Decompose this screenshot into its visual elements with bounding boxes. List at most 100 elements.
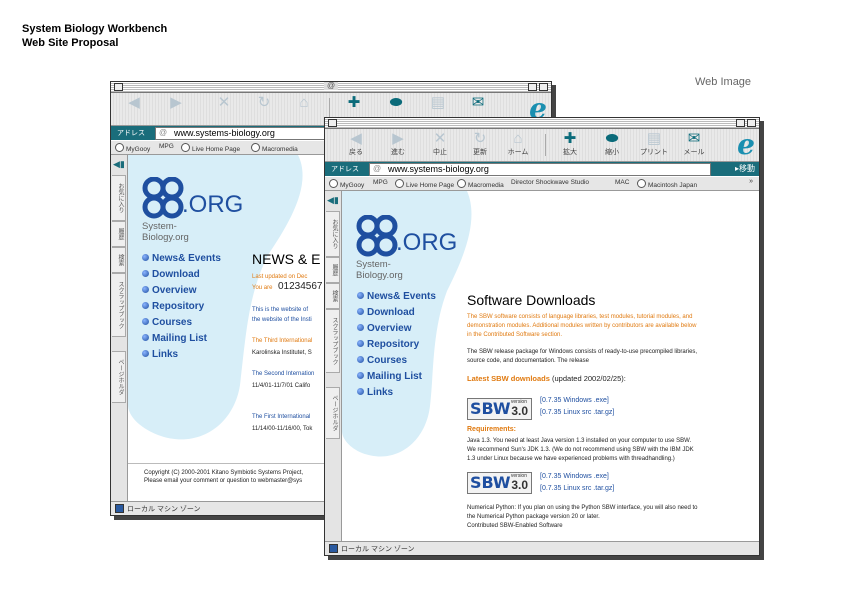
side-tab-history[interactable]: 履歴 (326, 257, 340, 283)
nav-item-courses[interactable]: Courses (142, 315, 221, 331)
forward-icon: ▶ (170, 94, 182, 111)
window-titlebar[interactable]: @ (111, 82, 551, 93)
zoom-out-icon: ⬬ (605, 130, 619, 147)
back-icon: ◀ (350, 130, 362, 147)
download-windows-link[interactable]: [0.7.35 Windows .exe] (540, 397, 609, 405)
favorite-item[interactable]: Macromedia (457, 179, 504, 189)
nav-item-news[interactable]: News& Events (357, 289, 436, 305)
nav-item-links[interactable]: Links (142, 347, 221, 363)
favorite-item[interactable]: Director Shockwave Studio (511, 179, 589, 186)
nav-item-overview[interactable]: Overview (357, 321, 436, 337)
nav-item-mailing-list[interactable]: Mailing List (142, 331, 221, 347)
site-logo[interactable]: .ORG System-Biology.org (356, 214, 457, 281)
download-windows-link[interactable]: [0.7.35 Windows .exe] (540, 473, 609, 481)
news-item-2-sub: 11/4/01-11/7/01 Califo (252, 383, 311, 389)
favorite-item[interactable]: MPG (373, 179, 388, 186)
favorite-item[interactable]: MyGooy (329, 179, 364, 189)
nav-item-download[interactable]: Download (357, 305, 436, 321)
zoom-box-icon[interactable] (736, 119, 745, 127)
bullet-icon (357, 308, 364, 315)
forward-button[interactable]: ▶ 進む (381, 130, 415, 160)
side-tab-search[interactable]: 検索 (326, 283, 340, 309)
side-tab-page-holder[interactable]: ページホルダ (326, 387, 340, 439)
nav-item-download[interactable]: Download (142, 267, 221, 283)
intro-line2: the website of the Insti (252, 317, 312, 323)
home-button[interactable]: ⌂ ホーム (501, 130, 535, 160)
favorite-item[interactable]: Live Home Page (181, 143, 240, 153)
go-button[interactable]: ▸移動 (735, 163, 755, 174)
bullet-icon (357, 356, 364, 363)
nav-item-repository[interactable]: Repository (357, 337, 436, 353)
side-tab-page-holder[interactable]: ページホルダ (112, 351, 126, 403)
zoom-in-icon: ✚ (347, 94, 361, 111)
favorite-item[interactable]: MPG (159, 143, 174, 150)
favorite-item[interactable]: MyGooy (115, 143, 150, 153)
nav-item-repository[interactable]: Repository (142, 299, 221, 315)
zoom-in-button[interactable]: ✚ 拡大 (553, 130, 587, 160)
side-tab-scrapbook[interactable]: スクラップブック (326, 309, 340, 373)
at-icon: @ (373, 164, 382, 173)
nav-item-links[interactable]: Links (357, 385, 436, 401)
home-button[interactable]: ⌂ (287, 94, 321, 124)
side-tab-favorites[interactable]: お気に入り (326, 211, 340, 257)
forward-button[interactable]: ▶ (159, 94, 193, 124)
forward-icon: ▶ (392, 130, 404, 147)
side-tab-favorites[interactable]: お気に入り (112, 175, 126, 221)
zoom-in-icon: ✚ (563, 130, 577, 147)
back-button[interactable]: ◀ (117, 94, 151, 124)
refresh-button[interactable]: ↻ 更新 (463, 130, 497, 160)
logo-subtitle: System-Biology.org (356, 259, 403, 281)
intro-line1: The SBW software consists of language li… (467, 314, 693, 320)
address-url: www.systems-biology.org (174, 128, 275, 138)
collapse-box-icon[interactable] (747, 119, 756, 127)
download-linux-link[interactable]: [0.7.35 Linux src .tar.gz] (540, 485, 614, 493)
bullet-icon (142, 254, 149, 261)
favorite-item[interactable]: MAC (615, 179, 629, 186)
status-text: ローカル マシン ゾーン (341, 546, 415, 553)
at-icon: @ (159, 128, 168, 137)
close-box-icon[interactable] (328, 119, 337, 127)
print-icon: ▤ (430, 94, 446, 111)
close-box-icon[interactable] (114, 83, 123, 91)
nav-item-mailing-list[interactable]: Mailing List (357, 369, 436, 385)
sbw-version-badge: SBW version 3.0 (467, 398, 532, 420)
print-button[interactable]: ▤ プリント (637, 130, 671, 160)
download-linux-link[interactable]: [0.7.35 Linux src .tar.gz] (540, 409, 614, 417)
news-item-2[interactable]: The Second Internation (252, 370, 314, 378)
sidebar-toggle-icon[interactable]: ◀▮ (113, 159, 125, 170)
requirement-line2: We recommend Sun's JDK 1.3. (We do not r… (467, 447, 694, 453)
numpy-line1: Numerical Python: If you plan on using t… (467, 505, 698, 511)
site-nav: News& Events Download Overview Repositor… (357, 289, 436, 401)
side-tab-history[interactable]: 履歴 (112, 221, 126, 247)
mail-button[interactable]: ✉ メール (677, 130, 711, 160)
news-item-1[interactable]: The Third International (252, 337, 312, 345)
address-input[interactable]: @ www.systems-biology.org (369, 163, 711, 176)
collapse-box-icon[interactable] (539, 83, 548, 91)
bullet-icon (357, 372, 364, 379)
favorites-more-button[interactable]: » (749, 178, 753, 185)
zoom-out-button[interactable]: ⬬ 縮小 (595, 130, 629, 160)
status-text: ローカル マシン ゾーン (127, 506, 201, 513)
news-item-3[interactable]: The First International (252, 413, 310, 421)
side-tab-search[interactable]: 検索 (112, 247, 126, 273)
favorite-item[interactable]: Live Home Page (395, 179, 454, 189)
nav-item-news[interactable]: News& Events (142, 251, 221, 267)
window-titlebar[interactable] (325, 118, 759, 129)
back-button[interactable]: ◀ 戻る (339, 130, 373, 160)
stop-button[interactable]: ✕ (207, 94, 241, 124)
favorite-item[interactable]: Macromedia (251, 143, 298, 153)
site-logo[interactable]: .ORG System-Biology.org (142, 176, 243, 243)
refresh-button[interactable]: ↻ (247, 94, 281, 124)
bullet-icon (142, 286, 149, 293)
nav-item-overview[interactable]: Overview (142, 283, 221, 299)
refresh-icon: ↻ (473, 130, 487, 147)
explorer-side-tabs: ◀▮ お気に入り 履歴 検索 スクラップブック ページホルダ (111, 155, 128, 501)
nav-item-courses[interactable]: Courses (357, 353, 436, 369)
side-tab-scrapbook[interactable]: スクラップブック (112, 273, 126, 337)
favorite-item[interactable]: Macintosh Japan (637, 179, 697, 189)
titlebar-center: @ (323, 82, 339, 90)
stop-button[interactable]: ✕ 中止 (423, 130, 457, 160)
zoom-box-icon[interactable] (528, 83, 537, 91)
sidebar-toggle-icon[interactable]: ◀▮ (327, 195, 339, 206)
document-title-line2: Web Site Proposal (22, 37, 119, 49)
